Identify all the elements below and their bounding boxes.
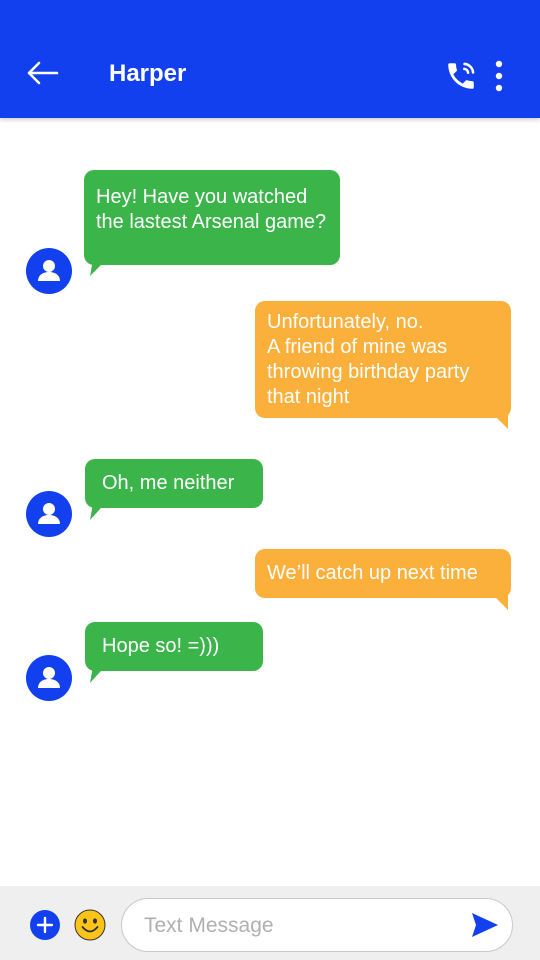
message-text: Unfortunately, no. — [267, 311, 424, 333]
plus-circle-icon — [30, 910, 60, 940]
message-bubble-incoming[interactable]: Hope so! =))) — [85, 622, 263, 671]
message-text: the lastest Arsenal game? — [96, 211, 327, 233]
avatar[interactable] — [26, 248, 72, 294]
message-input[interactable] — [142, 909, 456, 943]
call-button[interactable] — [444, 59, 478, 93]
message-text: A friend of mine was — [267, 336, 448, 358]
emoji-button[interactable] — [74, 909, 106, 941]
message-text: Hey! Have you watched — [96, 186, 308, 208]
avatar[interactable] — [26, 655, 72, 701]
back-button[interactable] — [24, 58, 60, 88]
message-bubble-outgoing[interactable]: We’ll catch up next time — [255, 549, 511, 598]
more-options-button[interactable] — [488, 58, 510, 94]
message-bubble-incoming[interactable]: Oh, me neither — [85, 459, 263, 508]
chat-screen: Harper Hey! Have you watched the lastest… — [0, 0, 540, 960]
contact-name: Harper — [109, 60, 187, 87]
message-text: throwing birthday party — [267, 361, 470, 383]
app-bar: Harper — [0, 0, 540, 118]
smiley-icon — [74, 909, 106, 941]
send-button[interactable] — [470, 910, 500, 940]
user-icon — [38, 667, 60, 688]
user-icon — [38, 260, 60, 281]
message-text: Oh, me neither — [102, 472, 235, 494]
phone-icon — [448, 62, 475, 89]
message-text: that night — [267, 386, 350, 408]
message-bubble-outgoing[interactable]: Unfortunately, no. A friend of mine was … — [255, 301, 511, 418]
message-input-container — [121, 898, 513, 952]
message-bubble-incoming[interactable]: Hey! Have you watched the lastest Arsena… — [84, 170, 340, 265]
more-vertical-icon — [495, 60, 503, 92]
add-attachment-button[interactable] — [30, 910, 60, 940]
send-icon — [472, 913, 498, 937]
message-text: We’ll catch up next time — [267, 562, 478, 584]
arrow-left-icon — [27, 61, 59, 85]
user-icon — [38, 503, 60, 524]
message-text: Hope so! =))) — [102, 635, 220, 657]
avatar[interactable] — [26, 491, 72, 537]
